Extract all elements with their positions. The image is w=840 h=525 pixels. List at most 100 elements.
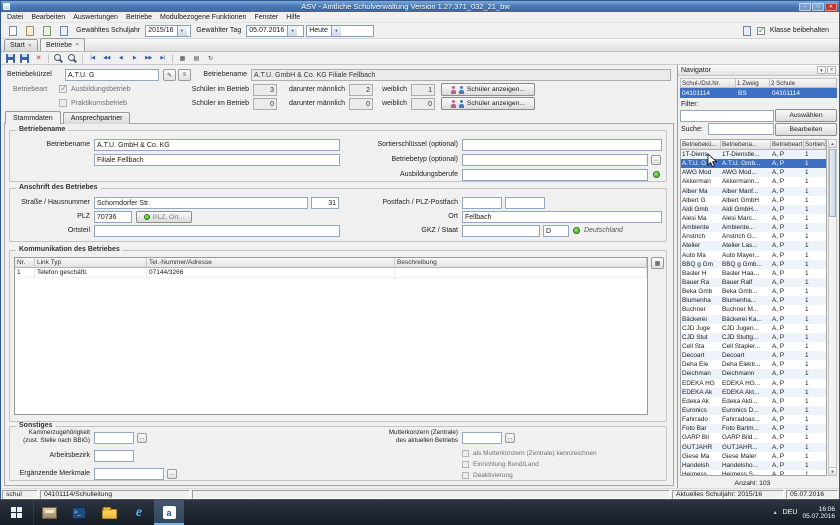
menu-datei[interactable]: Datei (3, 14, 27, 21)
gkz-input[interactable] (462, 225, 540, 237)
advanced-search-icon[interactable] (66, 53, 79, 64)
navigator-row[interactable]: Alber MaAlber Manf...A, P1 (681, 187, 826, 196)
navigator-row[interactable]: HeimessHeimess S...A, P1 (681, 470, 826, 475)
close-icon[interactable]: ✕ (75, 42, 79, 48)
close-icon[interactable]: ✕ (28, 43, 32, 49)
table-row[interactable]: 1 Telefon geschäftl. 07144/3266 (15, 268, 647, 278)
ellipsis-icon[interactable]: ... (137, 433, 147, 443)
scrollbar-thumb[interactable] (829, 149, 836, 217)
kammer-input[interactable] (94, 432, 134, 444)
navigator-row[interactable]: AWG ModAWG Mod...A, P1 (681, 168, 826, 177)
schueler-anzeigen-button[interactable]: Schüler anzeigen... (441, 83, 535, 96)
plz-ort-button[interactable]: PLZ, Ort... (136, 211, 192, 223)
navigator-row[interactable]: CJD JugeCJD Jugen...A, P1 (681, 324, 826, 333)
language-indicator[interactable]: DEU (783, 509, 798, 516)
ausbildungsberufe-input[interactable] (462, 169, 648, 181)
navigator-row[interactable]: CJD StutCJD Stuttg...A, P1 (681, 333, 826, 342)
hausnummer-input[interactable]: 31 (311, 197, 339, 209)
plz-input[interactable]: 70736 (94, 211, 132, 223)
ausbildungsbetrieb-checkbox[interactable] (59, 85, 67, 93)
navigator-row[interactable]: EDEKA AkEDEKA Akt...A, P1 (681, 388, 826, 397)
praktikumsbetrieb-checkbox[interactable] (59, 99, 67, 107)
menu-modulbezogene-funktionen[interactable]: Modulbezogene Funktionen (156, 14, 250, 21)
school-row[interactable]: 04101114 BS 04101114 (680, 88, 837, 98)
menu-fenster[interactable]: Fenster (250, 14, 282, 21)
column-header[interactable]: Link Typ (35, 258, 147, 268)
betriebetyp-input[interactable] (462, 154, 648, 166)
navigator-row[interactable]: Beka GmbBeka Gmb...A, P1 (681, 287, 826, 296)
search-icon[interactable] (52, 53, 65, 64)
navigator-row[interactable]: Albert GAlbert GmbHA, P1 (681, 196, 826, 205)
navigator-row[interactable]: Basler HBasler Haa...A, P1 (681, 269, 826, 278)
schueler-anzeigen-button[interactable]: Schüler anzeigen... (441, 97, 535, 110)
close-button[interactable]: ✕ (825, 3, 837, 11)
column-header[interactable]: Beschreibung (395, 258, 647, 268)
tab-start[interactable]: Start ✕ (4, 39, 38, 51)
navigator-row[interactable]: Edeka AkEdeka Akti...A, P1 (681, 397, 826, 406)
column-header[interactable]: 1 Zweig (736, 78, 770, 88)
navigator-row[interactable]: DeichmanDeichmannA, P1 (681, 369, 826, 378)
taskbar-clock[interactable]: 16:06 05.07.2016 (802, 506, 835, 520)
menu-hilfe[interactable]: Hilfe (282, 14, 304, 21)
report-icon[interactable] (39, 24, 54, 38)
navigator-row[interactable]: GUTJAHRGUTJAHR...A, P1 (681, 443, 826, 452)
navigator-row[interactable]: FahrradoFahrradoas...A, P1 (681, 415, 826, 424)
taskbar-powershell[interactable]: >_ (64, 500, 94, 525)
taskbar-explorer[interactable] (94, 500, 124, 525)
navigator-row[interactable]: BBQ g GmBBQ g Gmb...A, P1 (681, 260, 826, 269)
auswaehlen-button[interactable]: Auswählen (775, 109, 837, 122)
navigator-row[interactable]: BlumenhaBlumenha...A, P1 (681, 296, 826, 305)
column-header[interactable]: Betriebena... (721, 140, 771, 150)
navigator-row[interactable]: Auto MaAuto Mayer...A, P1 (681, 251, 826, 260)
edit-icon[interactable]: ✎ (163, 69, 176, 81)
navigator-row[interactable]: Cell StaCell Stapler...A, P1 (681, 342, 826, 351)
start-button[interactable] (0, 500, 34, 525)
mutterkonzern-input[interactable] (462, 432, 502, 444)
ortsteil-input[interactable] (94, 225, 340, 237)
navigator-row[interactable]: BäckereiBäckerei Ka...A, P1 (681, 315, 826, 324)
merkmale-input[interactable] (94, 468, 164, 480)
ellipsis-icon[interactable]: ... (505, 433, 515, 443)
navigator-row[interactable]: EDEKA HGEDEKA HG...A, P1 (681, 379, 826, 388)
column-header[interactable]: Tel.-Nummer/Adresse (147, 258, 395, 268)
navigator-row[interactable]: AnstrichAnstrich G...A, P1 (681, 232, 826, 241)
save-icon[interactable] (4, 53, 17, 64)
suche-input[interactable] (708, 123, 774, 135)
taskbar-asv-app[interactable]: a (154, 500, 184, 525)
tray-expand-icon[interactable]: ▲ (773, 510, 778, 516)
list-icon[interactable]: ≡ (178, 69, 191, 81)
fast-next-record-icon[interactable]: ▶▶ (142, 53, 155, 64)
schuljahr-select[interactable]: 2015/16 ▼ (145, 25, 191, 37)
navigator-row[interactable]: EuronicsEuronics D...A, P1 (681, 406, 826, 415)
column-header[interactable]: Sortieru... (804, 140, 826, 150)
first-record-icon[interactable]: |◀ (86, 53, 99, 64)
navigator-row[interactable]: 1T-Diens1T-Dienstle...A, P1 (681, 150, 826, 159)
open-icon[interactable] (22, 24, 37, 38)
einrichtung-checkbox[interactable] (462, 461, 469, 468)
navigator-row[interactable]: AmbienteAmbiente...A, P1 (681, 223, 826, 232)
navigator-row[interactable]: Deha EleDeha Elektr...A, P1 (681, 360, 826, 369)
taskbar-internet-explorer[interactable]: e (124, 500, 154, 525)
column-header[interactable]: Nr. (15, 258, 35, 268)
plz-postfach-input[interactable] (505, 197, 545, 209)
betriebekuerzel-input[interactable]: A.T.U. G (65, 69, 159, 81)
arbeitsbezirk-input[interactable] (94, 450, 134, 462)
print-icon[interactable] (56, 24, 71, 38)
navigator-row[interactable]: Aldi GmbAldi GmbH...A, P1 (681, 205, 826, 214)
scroll-up-icon[interactable]: ▲ (829, 140, 836, 148)
tab-betriebe[interactable]: Betriebe ✕ (40, 38, 85, 51)
navigator-row[interactable]: HandelshHandelsho...A, P1 (681, 461, 826, 470)
refresh-icon[interactable]: ↻ (204, 53, 217, 64)
prev-record-icon[interactable]: ◀ (114, 53, 127, 64)
navigator-row[interactable]: AtelierAtelier Las...A, P1 (681, 241, 826, 250)
navigator-row[interactable]: Foto BarFoto Bartm...A, P1 (681, 424, 826, 433)
tab-ansprechpartner[interactable]: Ansprechpartner (63, 112, 131, 124)
close-icon[interactable]: ✕ (827, 66, 836, 74)
ellipsis-icon[interactable]: ... (167, 469, 177, 479)
scroll-down-icon[interactable]: ▼ (829, 467, 836, 475)
window-layout-icon[interactable] (740, 24, 755, 38)
menu-bearbeiten[interactable]: Bearbeiten (27, 14, 69, 21)
delete-record-icon[interactable]: ✕ (32, 53, 45, 64)
mode-select[interactable]: Heute ▼ (306, 25, 374, 37)
staat-input[interactable]: D (543, 225, 569, 237)
